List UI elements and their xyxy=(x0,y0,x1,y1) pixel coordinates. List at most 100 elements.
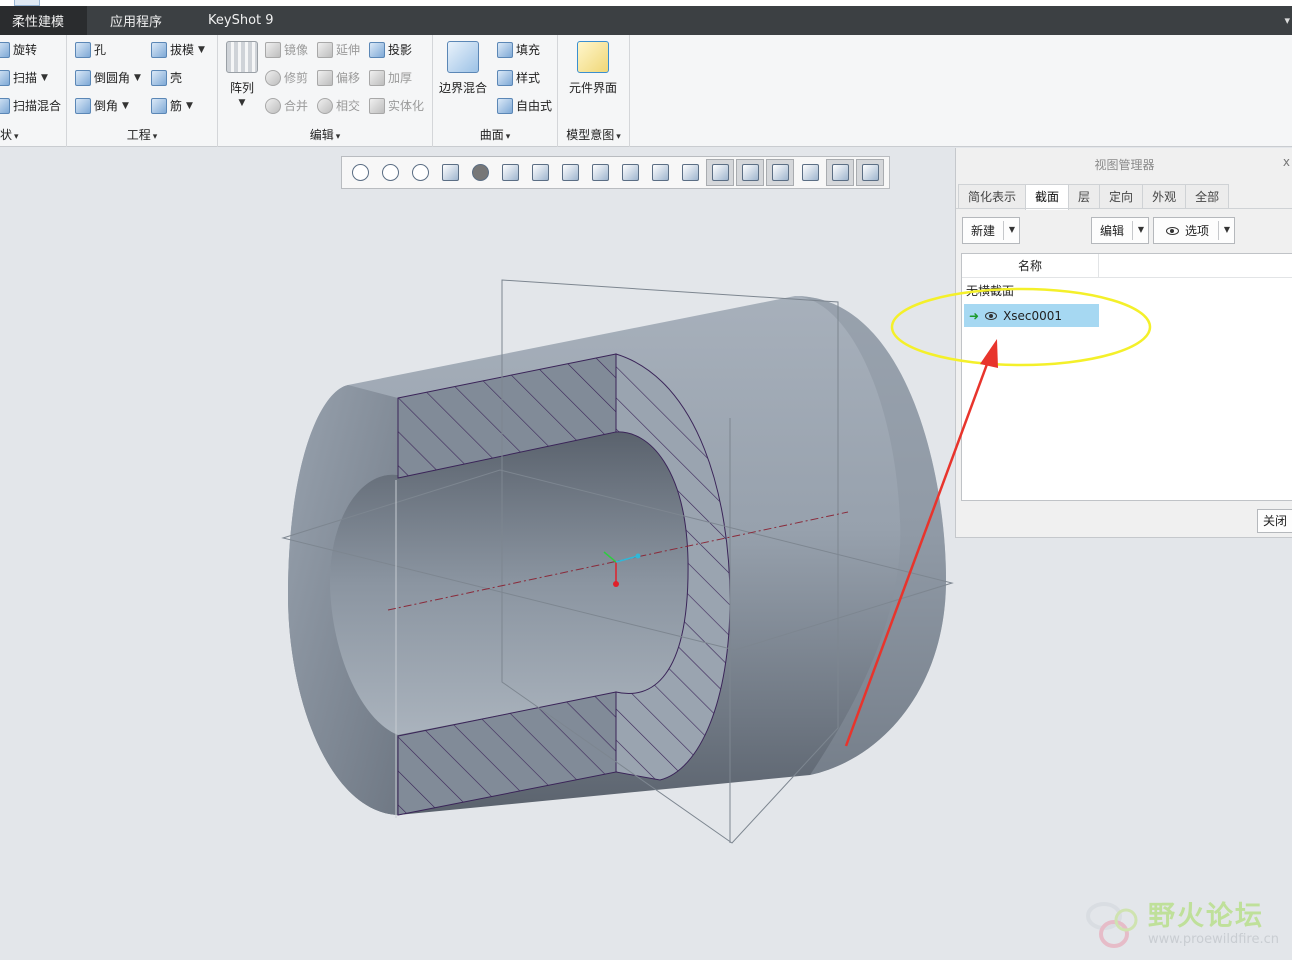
shell-button[interactable]: 壳 xyxy=(151,69,182,86)
column-name[interactable]: 名称 xyxy=(962,254,1099,278)
merge-icon xyxy=(265,97,281,114)
round-label: 倒圆角 xyxy=(94,71,131,85)
hole-label: 孔 xyxy=(94,43,107,57)
point-display-toggle[interactable] xyxy=(766,159,794,186)
tab-simplified-rep[interactable]: 简化表示 xyxy=(958,184,1027,209)
csys-display-toggle[interactable] xyxy=(796,159,824,186)
style-button[interactable]: 样式 xyxy=(497,69,540,86)
chamfer-label: 倒角 xyxy=(94,99,119,113)
tab-all[interactable]: 全部 xyxy=(1185,184,1230,209)
thicken-icon xyxy=(369,69,385,86)
group-engineering-label[interactable]: 工程 ▾ xyxy=(67,126,217,143)
close-icon[interactable]: x xyxy=(1283,155,1290,169)
extend-button[interactable]: 延伸 xyxy=(317,41,360,58)
draft-label: 拔模 xyxy=(170,43,195,57)
freestyle-button[interactable]: 自由式 xyxy=(497,97,552,114)
options-button[interactable]: 选项 ▼ xyxy=(1153,217,1235,244)
swept-blend-icon xyxy=(0,97,10,114)
tab-sections[interactable]: 截面 xyxy=(1025,184,1070,210)
intersect-icon xyxy=(317,97,333,114)
ribbon-collapse-icon[interactable]: ▾ xyxy=(1284,14,1290,27)
extend-icon xyxy=(317,41,333,58)
style-icon xyxy=(497,69,513,86)
graphics-canvas[interactable] xyxy=(0,148,955,960)
group-editing-label[interactable]: 编辑 ▾ xyxy=(218,126,432,143)
refit-button[interactable] xyxy=(346,159,374,186)
solidify-button[interactable]: 实体化 xyxy=(369,97,424,114)
chamfer-button[interactable]: 倒角 ▼ xyxy=(75,97,129,114)
spin-center-toggle[interactable] xyxy=(826,159,854,186)
group-engineering: 孔 拔模 ▼ 倒圆角 ▼ 壳 倒角 ▼ 筋 ▼ 工程 ▾ xyxy=(67,35,218,147)
group-surface-label[interactable]: 曲面 ▾ xyxy=(433,126,557,143)
list-item-active-section[interactable]: ➜ Xsec0001 xyxy=(964,304,1099,327)
edit-button[interactable]: 编辑 ▼ xyxy=(1091,217,1149,244)
group-model-intent-label[interactable]: 模型意图 ▾ xyxy=(558,126,629,143)
freestyle-icon xyxy=(497,97,513,114)
offset-button[interactable]: 偏移 xyxy=(317,69,360,86)
repaint-button[interactable] xyxy=(436,159,464,186)
plane-display-icon xyxy=(711,164,729,181)
swept-blend-button[interactable]: 扫描混合 xyxy=(0,97,61,114)
rib-button[interactable]: 筋 ▼ xyxy=(151,97,193,114)
new-button-label: 新建 xyxy=(971,224,996,238)
solidify-label: 实体化 xyxy=(388,99,425,113)
list-item-no-section[interactable]: 无横截面 xyxy=(966,282,1014,299)
component-interface-button[interactable]: 元件界面 xyxy=(569,41,617,96)
tab-layers[interactable]: 层 xyxy=(1068,184,1101,209)
eye-icon xyxy=(1166,226,1179,235)
annotation-toggle[interactable] xyxy=(856,159,884,186)
pattern-button[interactable]: 阵列 ▼ xyxy=(226,41,258,108)
intersect-label: 相交 xyxy=(336,99,361,113)
solidify-icon xyxy=(369,97,385,114)
edit-button-label: 编辑 xyxy=(1100,224,1125,238)
hole-button[interactable]: 孔 xyxy=(75,41,106,58)
zoom-in-button[interactable] xyxy=(376,159,404,186)
new-button[interactable]: 新建 ▼ xyxy=(962,217,1020,244)
eye-icon xyxy=(985,311,998,320)
round-button[interactable]: 倒圆角 ▼ xyxy=(75,69,141,86)
boundary-blend-button[interactable]: 边界混合 xyxy=(439,41,487,96)
annotation-display-button[interactable] xyxy=(616,159,644,186)
merge-button[interactable]: 合并 xyxy=(265,97,308,114)
tab-appearance[interactable]: 外观 xyxy=(1142,184,1187,209)
appearance-button[interactable] xyxy=(646,159,674,186)
sweep-label: 扫描 xyxy=(13,71,38,85)
rib-label: 筋 xyxy=(170,99,183,113)
intersect-button[interactable]: 相交 xyxy=(317,97,360,114)
revolve-button[interactable]: 旋转 xyxy=(0,41,37,58)
mirror-button[interactable]: 镜像 xyxy=(265,41,308,58)
graphics-toolbar xyxy=(341,156,890,189)
plane-display-toggle[interactable] xyxy=(706,159,734,186)
saved-orientations-button[interactable] xyxy=(526,159,554,186)
swept-blend-label: 扫描混合 xyxy=(13,99,62,113)
trim-button[interactable]: 修剪 xyxy=(265,69,308,86)
datum-display-filters-button[interactable] xyxy=(676,159,704,186)
thicken-button[interactable]: 加厚 xyxy=(369,69,412,86)
annotation-icon xyxy=(861,164,879,181)
bore-surface xyxy=(330,431,689,735)
project-button[interactable]: 投影 xyxy=(369,41,412,58)
zoom-out-button[interactable] xyxy=(406,159,434,186)
tab-flexible-modeling[interactable]: 柔性建模 xyxy=(0,6,88,35)
fill-label: 填充 xyxy=(516,43,541,57)
tab-applications[interactable]: 应用程序 xyxy=(87,6,185,35)
section-button[interactable] xyxy=(586,159,614,186)
perspective-button[interactable] xyxy=(466,159,494,186)
close-button[interactable]: 关闭 xyxy=(1257,509,1292,533)
fill-button[interactable]: 填充 xyxy=(497,41,540,58)
section-name: Xsec0001 xyxy=(1003,308,1063,323)
group-shape-label[interactable]: 状 ▾ xyxy=(0,126,66,143)
component-interface-icon xyxy=(577,41,609,73)
sweep-button[interactable]: 扫描 ▼ xyxy=(0,69,48,86)
view-manager-button[interactable] xyxy=(556,159,584,186)
freestyle-label: 自由式 xyxy=(516,99,553,113)
display-style-button[interactable] xyxy=(496,159,524,186)
tab-keyshot[interactable]: KeyShot 9 xyxy=(185,6,297,35)
view-manager-icon xyxy=(561,164,579,181)
perspective-icon xyxy=(471,164,489,181)
section-icon xyxy=(591,164,609,181)
axis-display-toggle[interactable] xyxy=(736,159,764,186)
draft-button[interactable]: 拔模 ▼ xyxy=(151,41,205,58)
tab-orient[interactable]: 定向 xyxy=(1099,184,1144,209)
zoom-in-icon xyxy=(381,164,399,181)
